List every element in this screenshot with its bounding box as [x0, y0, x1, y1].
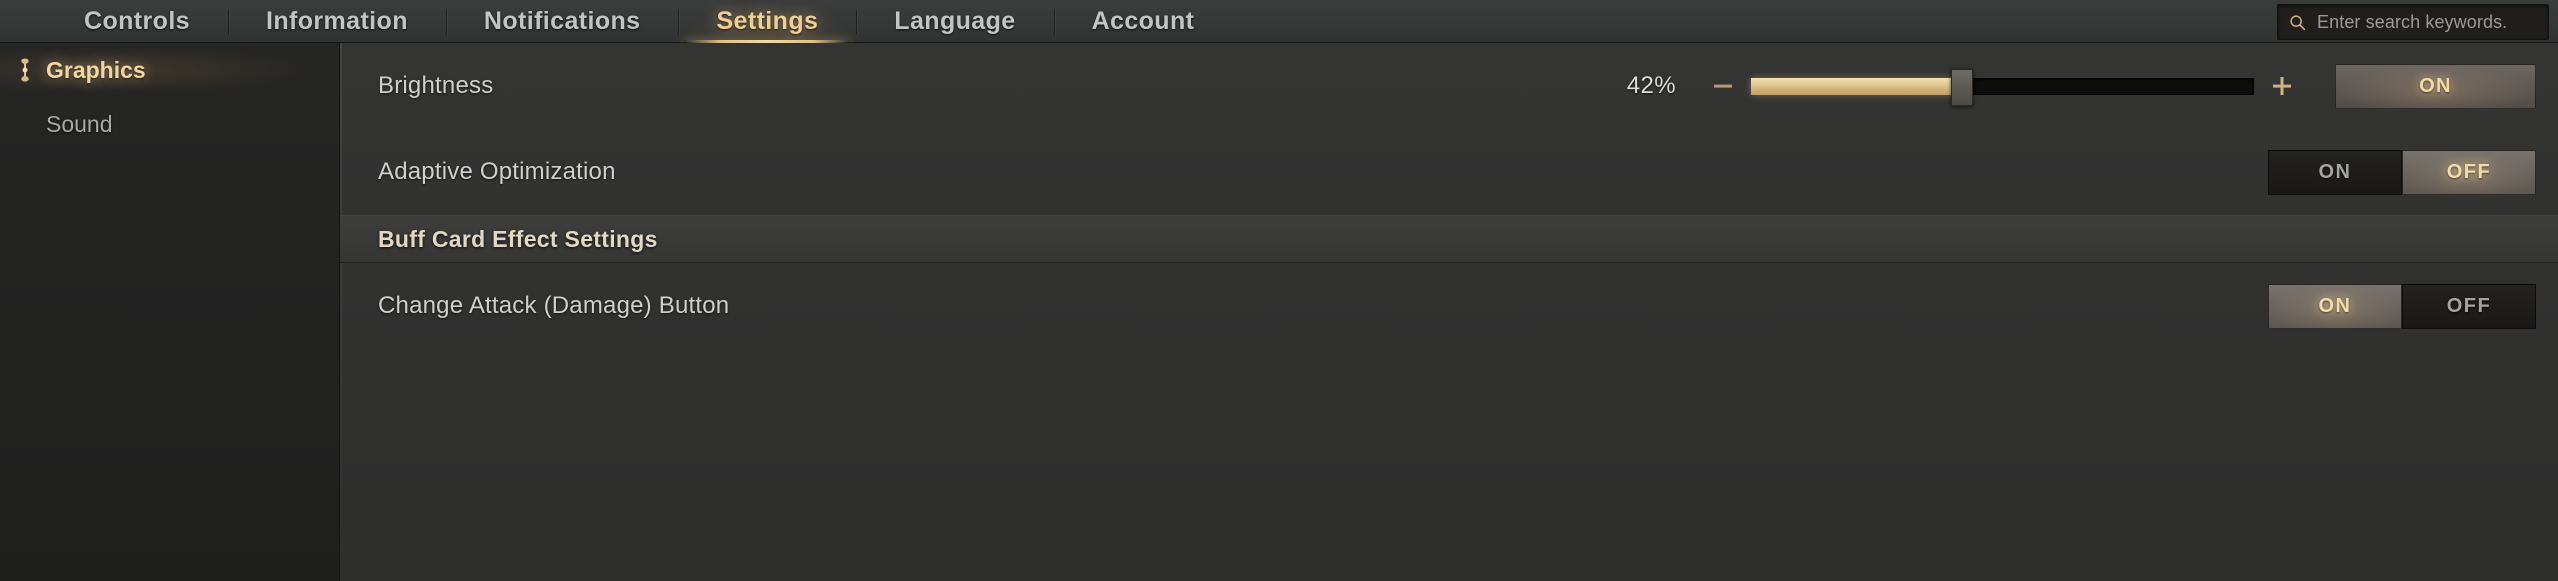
adaptive-optimization-on-label: ON	[2318, 160, 2352, 183]
brightness-decrease-button[interactable]	[1708, 71, 1738, 101]
row-change-attack-damage-button: Change Attack (Damage) Button ON OFF	[340, 263, 2558, 349]
adaptive-optimization-off-label: OFF	[2446, 160, 2492, 183]
brightness-slider[interactable]	[1751, 69, 2254, 106]
row-brightness-controls: 42% ON	[1602, 63, 2536, 109]
plus-icon	[2273, 77, 2291, 95]
change-attack-on-button[interactable]: ON	[2268, 283, 2402, 329]
brightness-on-button[interactable]: ON	[2335, 63, 2536, 109]
tab-controls[interactable]: Controls	[46, 0, 228, 43]
tab-account-label: Account	[1091, 7, 1195, 35]
brightness-slider-thumb[interactable]	[1951, 69, 1974, 106]
sidebar-item-graphics-label: Graphics	[46, 56, 146, 83]
adaptive-optimization-off-button[interactable]: OFF	[2402, 149, 2536, 195]
sidebar-item-sound[interactable]: Sound	[0, 97, 339, 151]
row-adaptive-optimization: Adaptive Optimization ON OFF	[340, 129, 2558, 215]
settings-body: Graphics Sound Brightness 42% ON Adaptiv…	[0, 43, 2558, 581]
tab-settings[interactable]: Settings	[678, 0, 857, 43]
tab-controls-label: Controls	[84, 7, 190, 35]
row-change-attack-controls: ON OFF	[2268, 283, 2536, 329]
settings-sidebar: Graphics Sound	[0, 43, 340, 581]
brightness-on-button-label: ON	[2419, 74, 2452, 97]
row-brightness: Brightness 42% ON	[340, 43, 2558, 129]
tab-account[interactable]: Account	[1053, 0, 1233, 43]
top-navigation-bar: Controls Information Notifications Setti…	[0, 0, 2558, 43]
adaptive-optimization-toggle: ON OFF	[2268, 149, 2536, 195]
sidebar-item-graphics[interactable]: Graphics	[0, 43, 339, 97]
settings-content: Brightness 42% ON Adaptive Optimization …	[340, 43, 2558, 581]
tab-settings-label: Settings	[716, 7, 819, 35]
change-attack-toggle: ON OFF	[2268, 283, 2536, 329]
change-attack-on-label: ON	[2318, 294, 2352, 317]
tab-language[interactable]: Language	[856, 0, 1053, 43]
brightness-increase-button[interactable]	[2267, 71, 2297, 101]
tab-language-label: Language	[894, 7, 1016, 35]
nav-tab-list: Controls Information Notifications Setti…	[46, 0, 1232, 43]
tab-notifications[interactable]: Notifications	[445, 0, 679, 43]
row-change-attack-damage-button-label: Change Attack (Damage) Button	[378, 292, 730, 319]
brightness-slider-group: 42%	[1602, 69, 2297, 106]
section-header-buff-card-effect: Buff Card Effect Settings	[340, 215, 2558, 263]
section-header-title: Buff Card Effect Settings	[378, 225, 658, 252]
minus-icon	[1714, 84, 1732, 88]
brightness-slider-fill	[1751, 78, 1963, 95]
search-box[interactable]	[2277, 4, 2549, 40]
settings-window: Controls Information Notifications Setti…	[0, 0, 2558, 581]
sidebar-item-sound-label: Sound	[46, 110, 113, 137]
ornament-icon	[21, 58, 29, 82]
tab-notifications-label: Notifications	[483, 7, 641, 35]
change-attack-off-label: OFF	[2446, 294, 2492, 317]
adaptive-optimization-on-button[interactable]: ON	[2268, 149, 2402, 195]
row-adaptive-optimization-controls: ON OFF	[2268, 149, 2536, 195]
row-brightness-label: Brightness	[378, 72, 494, 99]
change-attack-off-button[interactable]: OFF	[2402, 283, 2536, 329]
search-input[interactable]	[2317, 11, 2549, 33]
row-adaptive-optimization-label: Adaptive Optimization	[378, 158, 616, 185]
search-icon	[2290, 14, 2306, 30]
brightness-percent-value: 42%	[1626, 72, 1676, 99]
tab-information[interactable]: Information	[227, 0, 446, 43]
tab-information-label: Information	[265, 7, 408, 35]
